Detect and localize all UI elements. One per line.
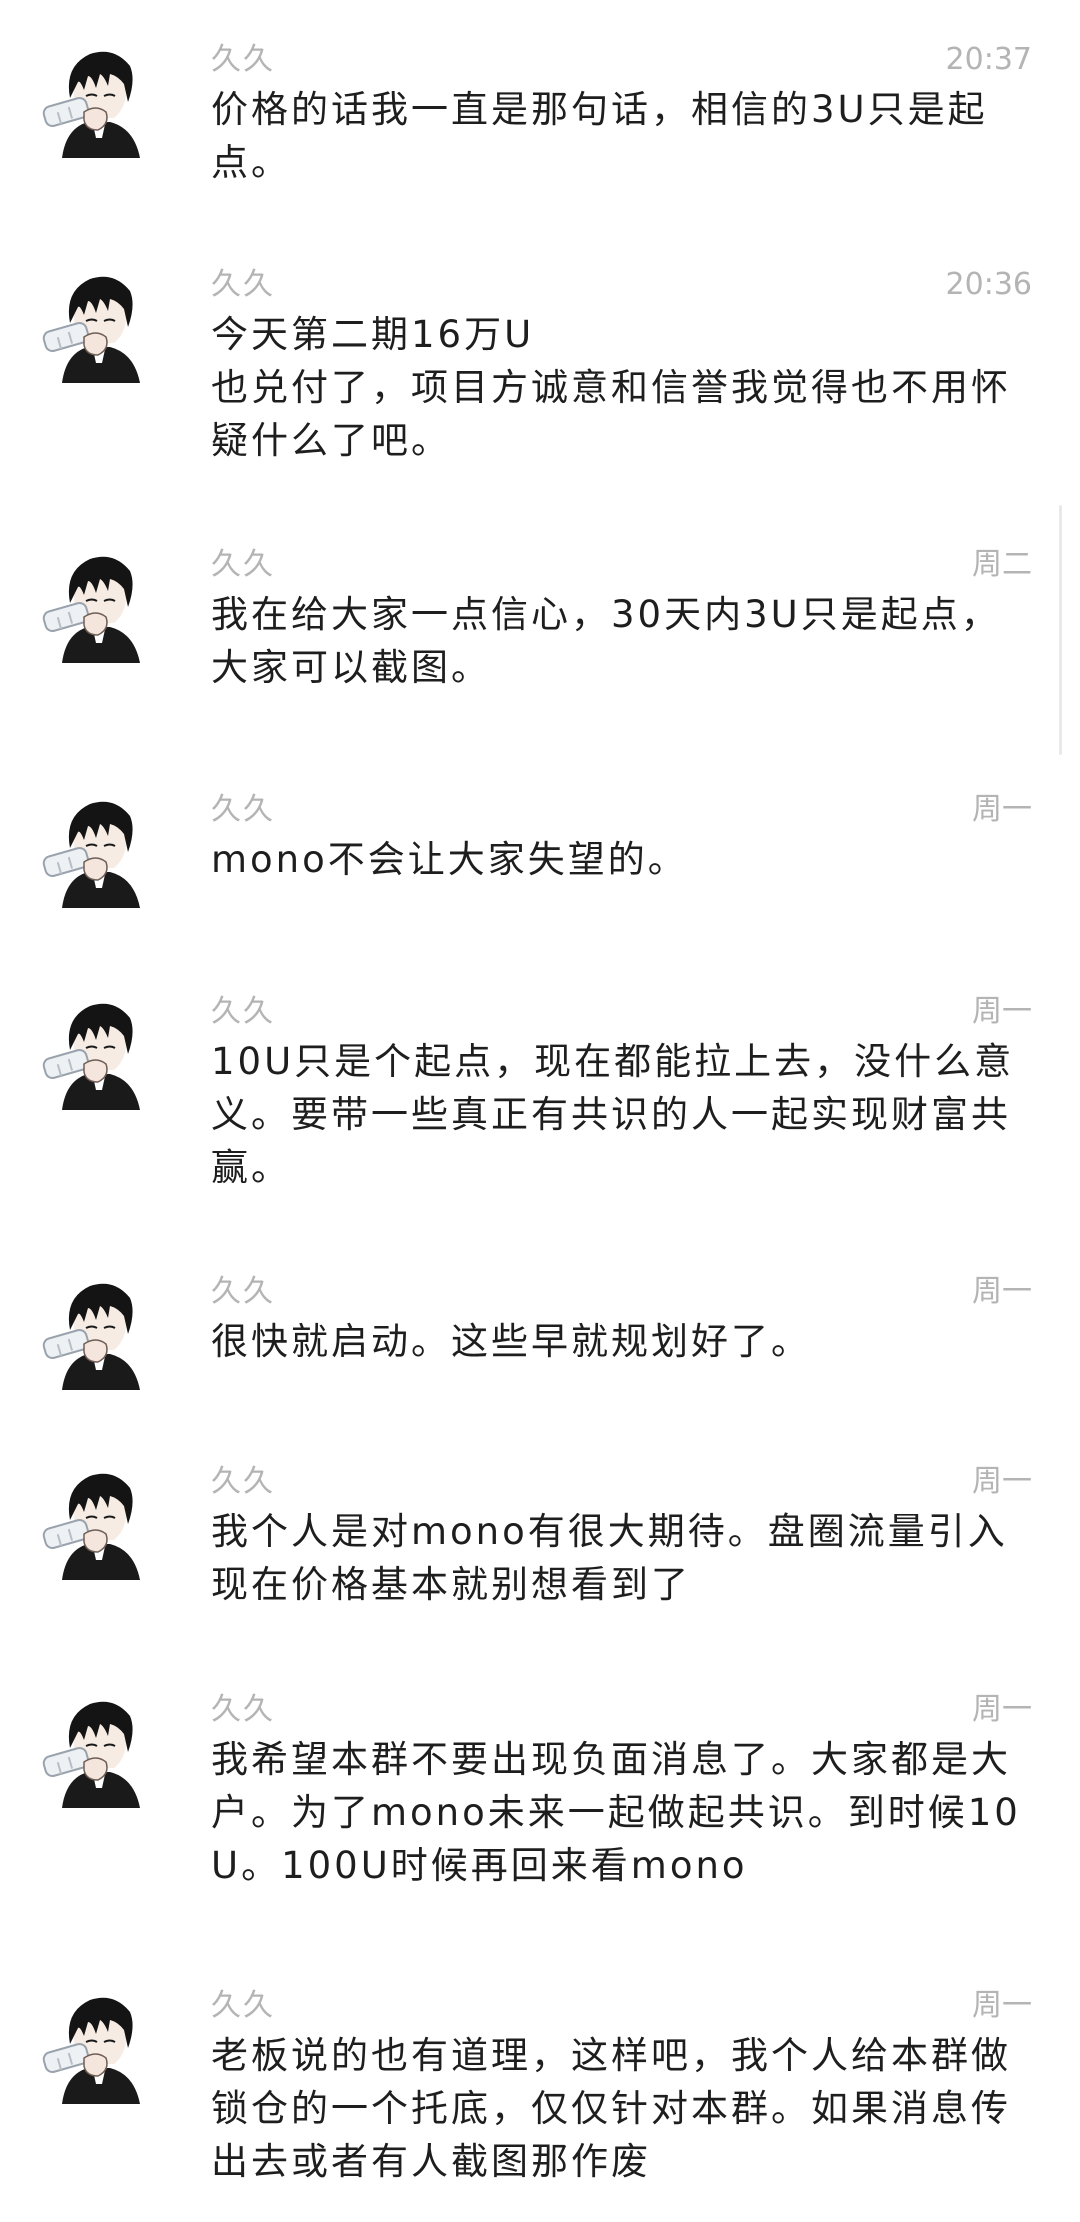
- message-time: 周一: [972, 1274, 1032, 1309]
- sender-name: 久久: [211, 1692, 275, 1727]
- scrollbar[interactable]: [1059, 505, 1062, 755]
- avatar[interactable]: [40, 1986, 158, 2104]
- message-text: 10U只是个起点，现在都能拉上去，没什么意义。要带一些真正有共识的人一起实现财富…: [211, 1040, 1015, 1189]
- message-text: 今天第二期16万U 也兑付了，项目方诚意和信誉我觉得也不用怀疑什么了吧。: [211, 313, 1011, 462]
- avatar[interactable]: [40, 1272, 158, 1390]
- sender-name: 久久: [211, 42, 275, 77]
- sender-name: 久久: [211, 1464, 275, 1499]
- message-text: 很快就启动。这些早就规划好了。: [211, 1320, 811, 1363]
- sender-name: 久久: [211, 267, 275, 302]
- avatar[interactable]: [40, 1690, 158, 1808]
- avatar[interactable]: [40, 790, 158, 908]
- avatar[interactable]: [40, 265, 158, 383]
- message-time: 周一: [972, 792, 1032, 827]
- sender-name: 久久: [211, 1274, 275, 1309]
- message-text: 我在给大家一点信心，30天内3U只是起点，大家可以截图。: [211, 593, 1001, 689]
- avatar[interactable]: [40, 40, 158, 158]
- avatar[interactable]: [40, 992, 158, 1110]
- message-text: 我个人是对mono有很大期待。盘圈流量引入现在价格基本就别想看到了: [211, 1510, 1008, 1606]
- chat-message-list[interactable]: 久久 20:37 价格的话我一直是那句话，相信的3U只是起点。 久久 20:36…: [0, 0, 1080, 2222]
- avatar[interactable]: [40, 1462, 158, 1580]
- message-time: 周一: [972, 1988, 1032, 2023]
- message-text: 我希望本群不要出现负面消息了。大家都是大户。为了mono未来一起做起共识。到时候…: [211, 1738, 1021, 1887]
- message-text: mono不会让大家失望的。: [211, 838, 688, 881]
- message-time: 周一: [972, 1692, 1032, 1727]
- message-time: 周二: [972, 547, 1032, 582]
- sender-name: 久久: [211, 1988, 275, 2023]
- sender-name: 久久: [211, 547, 275, 582]
- message-time: 20:37: [945, 42, 1032, 77]
- message-time: 周一: [972, 994, 1032, 1029]
- sender-name: 久久: [211, 792, 275, 827]
- message-text: 价格的话我一直是那句话，相信的3U只是起点。: [211, 88, 988, 184]
- avatar[interactable]: [40, 545, 158, 663]
- sender-name: 久久: [211, 994, 275, 1029]
- message-time: 周一: [972, 1464, 1032, 1499]
- message-time: 20:36: [945, 267, 1032, 302]
- message-text: 老板说的也有道理，这样吧，我个人给本群做锁仓的一个托底，仅仅针对本群。如果消息传…: [211, 2034, 1011, 2183]
